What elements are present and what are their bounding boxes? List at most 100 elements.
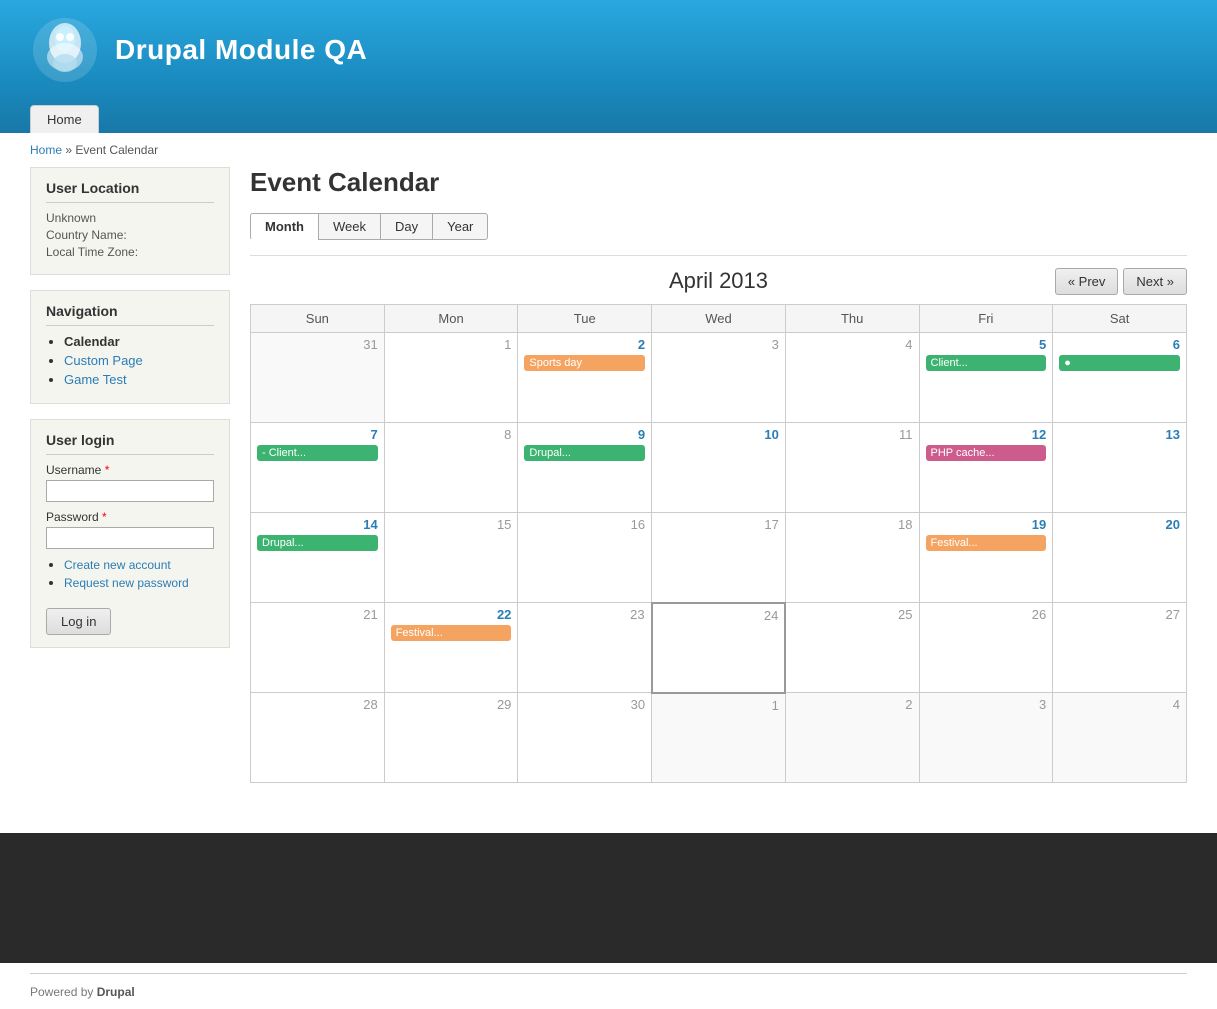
create-account-link[interactable]: Create new account <box>64 558 171 572</box>
table-row[interactable]: 19Festival... <box>919 513 1053 603</box>
footer-content: Powered by Drupal <box>30 973 1187 999</box>
tab-year[interactable]: Year <box>432 213 488 240</box>
breadcrumb-current: Event Calendar <box>75 143 158 157</box>
request-password-link[interactable]: Request new password <box>64 576 189 590</box>
game-test-link[interactable]: Game Test <box>64 372 127 387</box>
user-location-country: Country Name: <box>46 228 214 242</box>
table-row: 25 <box>785 603 919 693</box>
next-button[interactable]: Next » <box>1123 268 1187 295</box>
col-sat: Sat <box>1053 305 1187 333</box>
navigation-block: Navigation Calendar Custom Page Game Tes… <box>30 290 230 404</box>
table-row: 1 <box>384 333 518 423</box>
col-thu: Thu <box>785 305 919 333</box>
drupal-logo-icon <box>30 15 100 85</box>
table-row[interactable]: 22Festival... <box>384 603 518 693</box>
table-row: 3 <box>919 693 1053 783</box>
table-row[interactable]: 5Client... <box>919 333 1053 423</box>
table-row: 8 <box>384 423 518 513</box>
table-row[interactable]: 13 <box>1053 423 1187 513</box>
table-row: 27 <box>1053 603 1187 693</box>
footer-text: Powered by Drupal <box>30 985 135 999</box>
event-drupal-sun[interactable]: Drupal... <box>257 535 378 551</box>
event-php-cache[interactable]: PHP cache... <box>926 445 1047 461</box>
sidebar: User Location Unknown Country Name: Loca… <box>30 167 230 648</box>
footer-light: Powered by Drupal <box>0 963 1217 1009</box>
main-layout: User Location Unknown Country Name: Loca… <box>0 167 1217 803</box>
event-client-sun[interactable]: - Client... <box>257 445 378 461</box>
nav-home[interactable]: Home <box>30 105 99 133</box>
tab-week[interactable]: Week <box>318 213 381 240</box>
table-row[interactable]: 9Drupal... <box>518 423 652 513</box>
event-client-sat[interactable]: ● <box>1059 355 1180 371</box>
login-button[interactable]: Log in <box>46 608 111 635</box>
table-row: 18 <box>785 513 919 603</box>
user-location-title: User Location <box>46 180 214 203</box>
calendar-body: 31 1 2Sports day 3 4 5Client... 6● 7- Cl… <box>251 333 1187 783</box>
navigation-list: Calendar Custom Page Game Test <box>46 334 214 387</box>
table-row[interactable]: 2Sports day <box>518 333 652 423</box>
calendar-row: 31 1 2Sports day 3 4 5Client... 6● <box>251 333 1187 423</box>
drupal-link[interactable]: Drupal <box>97 985 135 999</box>
main-nav: Home <box>30 100 1187 133</box>
event-festival-fri[interactable]: Festival... <box>926 535 1047 551</box>
calendar-row: 14Drupal... 15 16 17 18 19Festival... 20 <box>251 513 1187 603</box>
table-row: 4 <box>785 333 919 423</box>
user-location-block: User Location Unknown Country Name: Loca… <box>30 167 230 275</box>
calendar-header-row: Sun Mon Tue Wed Thu Fri Sat <box>251 305 1187 333</box>
table-row[interactable]: 10 <box>652 423 786 513</box>
password-label: Password * <box>46 510 214 524</box>
header: Drupal Module QA Home <box>0 0 1217 133</box>
tab-month[interactable]: Month <box>250 213 319 240</box>
col-fri: Fri <box>919 305 1053 333</box>
event-sports-day[interactable]: Sports day <box>524 355 645 371</box>
custom-page-link[interactable]: Custom Page <box>64 353 143 368</box>
calendar-header: April 2013 « Prev Next » <box>250 268 1187 294</box>
col-tue: Tue <box>518 305 652 333</box>
table-row[interactable]: 7- Client... <box>251 423 385 513</box>
table-row[interactable]: 14Drupal... <box>251 513 385 603</box>
table-row: 31 <box>251 333 385 423</box>
footer-dark <box>0 833 1217 963</box>
table-row: 29 <box>384 693 518 783</box>
sidebar-item-game-test[interactable]: Game Test <box>64 372 214 387</box>
calendar-row: 21 22Festival... 23 24 25 26 27 <box>251 603 1187 693</box>
calendar-month-title: April 2013 <box>250 268 1187 294</box>
user-login-title: User login <box>46 432 214 455</box>
table-row: 21 <box>251 603 385 693</box>
user-location-timezone: Local Time Zone: <box>46 245 214 259</box>
table-row[interactable]: 6● <box>1053 333 1187 423</box>
table-row: 15 <box>384 513 518 603</box>
sidebar-item-custom-page[interactable]: Custom Page <box>64 353 214 368</box>
event-drupal-tue[interactable]: Drupal... <box>524 445 645 461</box>
username-label: Username * <box>46 463 214 477</box>
tab-day[interactable]: Day <box>380 213 433 240</box>
password-required: * <box>102 510 107 524</box>
table-row: 23 <box>518 603 652 693</box>
col-mon: Mon <box>384 305 518 333</box>
prev-button[interactable]: « Prev <box>1055 268 1119 295</box>
breadcrumb-home[interactable]: Home <box>30 143 62 157</box>
site-title: Drupal Module QA <box>115 34 367 66</box>
table-row[interactable]: 20 <box>1053 513 1187 603</box>
event-client-fri[interactable]: Client... <box>926 355 1047 371</box>
table-row[interactable]: 12PHP cache... <box>919 423 1053 513</box>
table-row: 26 <box>919 603 1053 693</box>
table-row: 4 <box>1053 693 1187 783</box>
create-account-item[interactable]: Create new account <box>64 557 214 572</box>
table-row: 2 <box>785 693 919 783</box>
col-wed: Wed <box>652 305 786 333</box>
breadcrumb: Home » Event Calendar <box>0 133 1217 167</box>
password-input[interactable] <box>46 527 214 549</box>
navigation-title: Navigation <box>46 303 214 326</box>
table-row: 3 <box>652 333 786 423</box>
breadcrumb-separator: » <box>65 143 72 157</box>
page-title: Event Calendar <box>250 167 1187 198</box>
username-required: * <box>105 463 110 477</box>
user-location-unknown: Unknown <box>46 211 214 225</box>
request-password-item[interactable]: Request new password <box>64 575 214 590</box>
event-festival-mon[interactable]: Festival... <box>391 625 512 641</box>
table-row: 11 <box>785 423 919 513</box>
table-row: 16 <box>518 513 652 603</box>
sidebar-item-calendar: Calendar <box>64 334 214 349</box>
username-input[interactable] <box>46 480 214 502</box>
